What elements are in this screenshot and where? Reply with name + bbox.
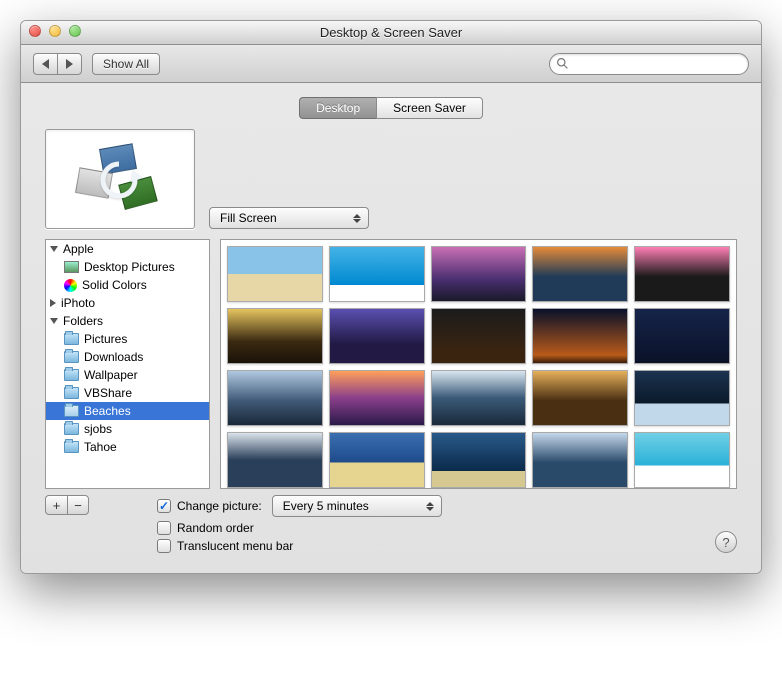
desktop-preview xyxy=(45,129,195,229)
disclosure-open-icon xyxy=(50,318,58,324)
content-area: Desktop Screen Saver Fill xyxy=(21,83,761,573)
folder-icon xyxy=(64,351,79,363)
scaling-popup[interactable]: Fill Screen xyxy=(209,207,369,229)
window-controls xyxy=(29,25,81,37)
tree-item-sjobs[interactable]: sjobs xyxy=(46,420,209,438)
forward-icon xyxy=(66,59,73,69)
tab-desktop[interactable]: Desktop xyxy=(299,97,376,119)
zoom-icon[interactable] xyxy=(69,25,81,37)
remove-button[interactable]: − xyxy=(67,495,89,515)
tree-item-tahoe[interactable]: Tahoe xyxy=(46,438,209,456)
thumbnail[interactable] xyxy=(532,432,628,488)
thumbnail[interactable] xyxy=(227,308,323,364)
thumbnail[interactable] xyxy=(634,370,730,426)
close-icon[interactable] xyxy=(29,25,41,37)
thumbnail[interactable] xyxy=(431,246,527,302)
interval-popup[interactable]: Every 5 minutes xyxy=(272,495,442,517)
tree-label: Solid Colors xyxy=(82,278,147,292)
help-button[interactable]: ? xyxy=(715,531,737,553)
toolbar: Show All xyxy=(21,45,761,83)
updown-icon xyxy=(423,498,437,514)
thumbnail[interactable] xyxy=(431,370,527,426)
thumbnail[interactable] xyxy=(634,308,730,364)
tree-label: sjobs xyxy=(84,422,112,436)
tree-label: Wallpaper xyxy=(84,368,138,382)
tree-section-iphoto[interactable]: iPhoto xyxy=(46,294,209,312)
thumbnail[interactable] xyxy=(431,432,527,488)
thumbnail[interactable] xyxy=(532,308,628,364)
tree-label: Downloads xyxy=(84,350,143,364)
nav-back-forward xyxy=(33,53,82,75)
disclosure-open-icon xyxy=(50,246,58,252)
tree-item-desktop-pictures[interactable]: Desktop Pictures xyxy=(46,258,209,276)
change-picture-checkbox[interactable] xyxy=(157,499,171,513)
tree-label: Pictures xyxy=(84,332,127,346)
folder-icon xyxy=(64,423,79,435)
search-input[interactable] xyxy=(573,56,742,72)
tree-section-apple[interactable]: Apple xyxy=(46,240,209,258)
picture-icon xyxy=(64,261,79,273)
tab-group: Desktop Screen Saver xyxy=(45,97,737,119)
thumbnail[interactable] xyxy=(634,432,730,488)
add-button[interactable]: + xyxy=(45,495,67,515)
search-field[interactable] xyxy=(549,53,749,75)
translucent-checkbox[interactable] xyxy=(157,539,171,553)
tree-label: VBShare xyxy=(84,386,132,400)
tree-label: Tahoe xyxy=(84,440,117,454)
back-button[interactable] xyxy=(33,53,57,75)
scaling-value: Fill Screen xyxy=(220,211,277,225)
thumbnail[interactable] xyxy=(532,246,628,302)
thumbnail[interactable] xyxy=(227,370,323,426)
preferences-window: Desktop & Screen Saver Show All Desktop … xyxy=(20,20,762,574)
thumbnail-grid[interactable] xyxy=(220,239,737,489)
thumbnail[interactable] xyxy=(227,432,323,488)
thumbnail[interactable] xyxy=(329,370,425,426)
rotating-pictures-icon xyxy=(75,144,165,214)
thumbnail[interactable] xyxy=(329,308,425,364)
tree-label: Folders xyxy=(63,314,103,328)
tree-label: iPhoto xyxy=(61,296,95,310)
tree-item-vbshare[interactable]: VBShare xyxy=(46,384,209,402)
add-remove-group: + − xyxy=(45,495,89,515)
tree-label: Apple xyxy=(63,242,94,256)
tree-label: Beaches xyxy=(84,404,131,418)
tree-item-solid-colors[interactable]: Solid Colors xyxy=(46,276,209,294)
tree-item-downloads[interactable]: Downloads xyxy=(46,348,209,366)
updown-icon xyxy=(350,210,364,226)
thumbnail[interactable] xyxy=(329,432,425,488)
show-all-button[interactable]: Show All xyxy=(92,53,160,75)
folder-icon xyxy=(64,333,79,345)
tab-screensaver[interactable]: Screen Saver xyxy=(376,97,483,119)
tree-label: Desktop Pictures xyxy=(84,260,175,274)
options-area: Change picture: Every 5 minutes Random o… xyxy=(99,495,442,553)
folder-icon xyxy=(64,387,79,399)
translucent-label: Translucent menu bar xyxy=(177,539,293,553)
source-sidebar[interactable]: Apple Desktop Pictures Solid Colors iPho… xyxy=(45,239,210,489)
tree-section-folders[interactable]: Folders xyxy=(46,312,209,330)
tree-item-pictures[interactable]: Pictures xyxy=(46,330,209,348)
thumbnail[interactable] xyxy=(227,246,323,302)
window-title: Desktop & Screen Saver xyxy=(320,25,462,40)
folder-icon xyxy=(64,369,79,381)
thumbnail[interactable] xyxy=(329,246,425,302)
thumbnail[interactable] xyxy=(532,370,628,426)
interval-value: Every 5 minutes xyxy=(283,499,369,513)
random-order-checkbox[interactable] xyxy=(157,521,171,535)
minimize-icon[interactable] xyxy=(49,25,61,37)
change-picture-label: Change picture: xyxy=(177,499,262,513)
tree-item-beaches[interactable]: Beaches xyxy=(46,402,209,420)
folder-icon xyxy=(64,441,79,453)
tree-item-wallpaper[interactable]: Wallpaper xyxy=(46,366,209,384)
folder-icon xyxy=(64,405,79,417)
titlebar: Desktop & Screen Saver xyxy=(21,21,761,45)
forward-button[interactable] xyxy=(57,53,82,75)
back-icon xyxy=(42,59,49,69)
thumbnail[interactable] xyxy=(634,246,730,302)
colorwheel-icon xyxy=(64,279,77,292)
search-icon xyxy=(556,57,569,70)
random-order-label: Random order xyxy=(177,521,254,535)
disclosure-closed-icon xyxy=(50,299,56,307)
thumbnail[interactable] xyxy=(431,308,527,364)
